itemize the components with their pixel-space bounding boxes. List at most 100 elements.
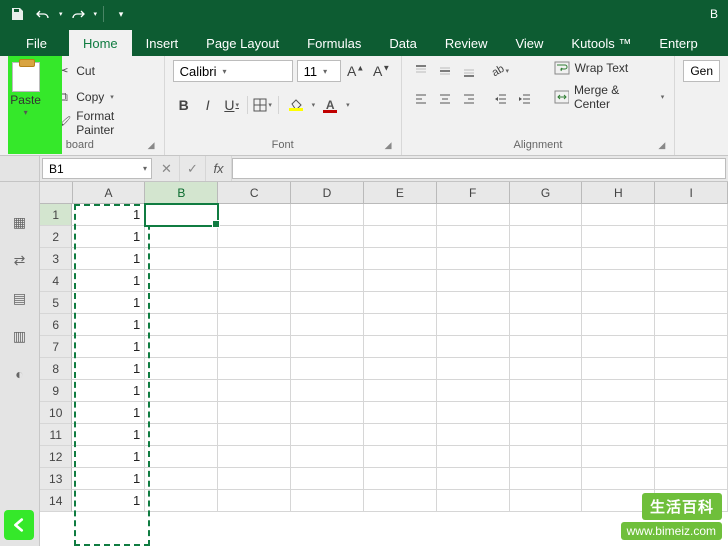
cell-B12[interactable] bbox=[145, 446, 218, 468]
decrease-font-button[interactable]: A▼ bbox=[371, 60, 393, 82]
cell-H2[interactable] bbox=[582, 226, 655, 248]
column-header-H[interactable]: H bbox=[582, 182, 655, 203]
cell-I11[interactable] bbox=[655, 424, 728, 446]
cell-I10[interactable] bbox=[655, 402, 728, 424]
cell-C12[interactable] bbox=[218, 446, 291, 468]
cell-D5[interactable] bbox=[291, 292, 364, 314]
cell-C1[interactable] bbox=[218, 204, 291, 226]
row-header-6[interactable]: 6 bbox=[40, 314, 72, 336]
cell-F4[interactable] bbox=[437, 270, 510, 292]
cell-B14[interactable] bbox=[145, 490, 218, 512]
cell-B8[interactable] bbox=[145, 358, 218, 380]
cell-B9[interactable] bbox=[145, 380, 218, 402]
cell-B11[interactable] bbox=[145, 424, 218, 446]
cell-B2[interactable] bbox=[145, 226, 218, 248]
spreadsheet-grid[interactable]: ABCDEFGHI 112131415161718191101111121131… bbox=[40, 182, 728, 546]
rail-button-1[interactable]: ▦ bbox=[8, 212, 32, 232]
align-bottom-button[interactable] bbox=[458, 60, 480, 82]
cell-G9[interactable] bbox=[510, 380, 583, 402]
cell-E12[interactable] bbox=[364, 446, 437, 468]
cell-G1[interactable] bbox=[510, 204, 583, 226]
copy-button[interactable]: ⧉ Copy ▾ bbox=[53, 86, 155, 108]
cell-I9[interactable] bbox=[655, 380, 728, 402]
dialog-launcher-clipboard[interactable]: ◢ bbox=[148, 140, 160, 152]
font-color-button[interactable]: A bbox=[317, 94, 343, 116]
cell-H4[interactable] bbox=[582, 270, 655, 292]
dialog-launcher-font[interactable]: ◢ bbox=[385, 140, 397, 152]
wrap-text-button[interactable]: Wrap Text bbox=[552, 60, 667, 76]
cell-B7[interactable] bbox=[145, 336, 218, 358]
orientation-button[interactable]: ab▾ bbox=[490, 60, 512, 82]
cell-E2[interactable] bbox=[364, 226, 437, 248]
row-header-12[interactable]: 12 bbox=[40, 446, 72, 468]
cell-A11[interactable]: 1 bbox=[72, 424, 145, 446]
cell-D2[interactable] bbox=[291, 226, 364, 248]
column-header-C[interactable]: C bbox=[218, 182, 291, 203]
cell-F13[interactable] bbox=[437, 468, 510, 490]
cell-C6[interactable] bbox=[218, 314, 291, 336]
cell-I14[interactable] bbox=[655, 490, 728, 512]
tab-formulas[interactable]: Formulas bbox=[293, 30, 375, 56]
insert-function-button[interactable]: fx bbox=[206, 156, 232, 181]
cell-I13[interactable] bbox=[655, 468, 728, 490]
row-header-8[interactable]: 8 bbox=[40, 358, 72, 380]
row-header-13[interactable]: 13 bbox=[40, 468, 72, 490]
row-header-2[interactable]: 2 bbox=[40, 226, 72, 248]
chevron-down-icon[interactable]: ▾ bbox=[346, 101, 350, 109]
cell-H7[interactable] bbox=[582, 336, 655, 358]
cell-D7[interactable] bbox=[291, 336, 364, 358]
cell-E14[interactable] bbox=[364, 490, 437, 512]
cell-D10[interactable] bbox=[291, 402, 364, 424]
cell-D13[interactable] bbox=[291, 468, 364, 490]
cut-button[interactable]: ✂ Cut bbox=[53, 60, 155, 82]
underline-button[interactable]: U▾ bbox=[221, 94, 243, 116]
cell-H12[interactable] bbox=[582, 446, 655, 468]
cell-G6[interactable] bbox=[510, 314, 583, 336]
column-header-A[interactable]: A bbox=[73, 182, 146, 203]
align-middle-button[interactable] bbox=[434, 60, 456, 82]
cell-C9[interactable] bbox=[218, 380, 291, 402]
cell-B4[interactable] bbox=[145, 270, 218, 292]
dialog-launcher-alignment[interactable]: ◢ bbox=[658, 140, 670, 152]
cell-E4[interactable] bbox=[364, 270, 437, 292]
rail-button-5[interactable]: ◐ bbox=[8, 364, 32, 384]
cell-H5[interactable] bbox=[582, 292, 655, 314]
cell-C3[interactable] bbox=[218, 248, 291, 270]
redo-button[interactable] bbox=[67, 3, 89, 25]
cell-G12[interactable] bbox=[510, 446, 583, 468]
number-format-combo[interactable]: Gen bbox=[683, 60, 720, 82]
cell-C5[interactable] bbox=[218, 292, 291, 314]
cell-F2[interactable] bbox=[437, 226, 510, 248]
paste-button[interactable]: Paste ▾ bbox=[4, 60, 47, 119]
cell-D9[interactable] bbox=[291, 380, 364, 402]
row-header-3[interactable]: 3 bbox=[40, 248, 72, 270]
cell-C13[interactable] bbox=[218, 468, 291, 490]
cell-G8[interactable] bbox=[510, 358, 583, 380]
cell-G10[interactable] bbox=[510, 402, 583, 424]
tab-insert[interactable]: Insert bbox=[132, 30, 193, 56]
row-header-9[interactable]: 9 bbox=[40, 380, 72, 402]
cell-H13[interactable] bbox=[582, 468, 655, 490]
cell-C11[interactable] bbox=[218, 424, 291, 446]
cell-F3[interactable] bbox=[437, 248, 510, 270]
rail-button-2[interactable]: ⇄ bbox=[8, 250, 32, 270]
row-header-14[interactable]: 14 bbox=[40, 490, 72, 512]
align-left-button[interactable] bbox=[410, 88, 432, 110]
cell-E10[interactable] bbox=[364, 402, 437, 424]
cell-C2[interactable] bbox=[218, 226, 291, 248]
borders-button[interactable]: ▾ bbox=[252, 94, 274, 116]
cell-B3[interactable] bbox=[145, 248, 218, 270]
save-button[interactable] bbox=[6, 3, 28, 25]
row-header-10[interactable]: 10 bbox=[40, 402, 72, 424]
cell-E8[interactable] bbox=[364, 358, 437, 380]
increase-font-button[interactable]: A▲ bbox=[345, 60, 367, 82]
cell-E1[interactable] bbox=[364, 204, 437, 226]
undo-caret-icon[interactable]: ▾ bbox=[59, 10, 63, 18]
cell-B1[interactable] bbox=[145, 204, 218, 226]
align-top-button[interactable] bbox=[410, 60, 432, 82]
cell-C14[interactable] bbox=[218, 490, 291, 512]
font-size-combo[interactable]: 11 ▾ bbox=[297, 60, 341, 82]
cell-G3[interactable] bbox=[510, 248, 583, 270]
cell-A3[interactable]: 1 bbox=[72, 248, 145, 270]
cell-F9[interactable] bbox=[437, 380, 510, 402]
